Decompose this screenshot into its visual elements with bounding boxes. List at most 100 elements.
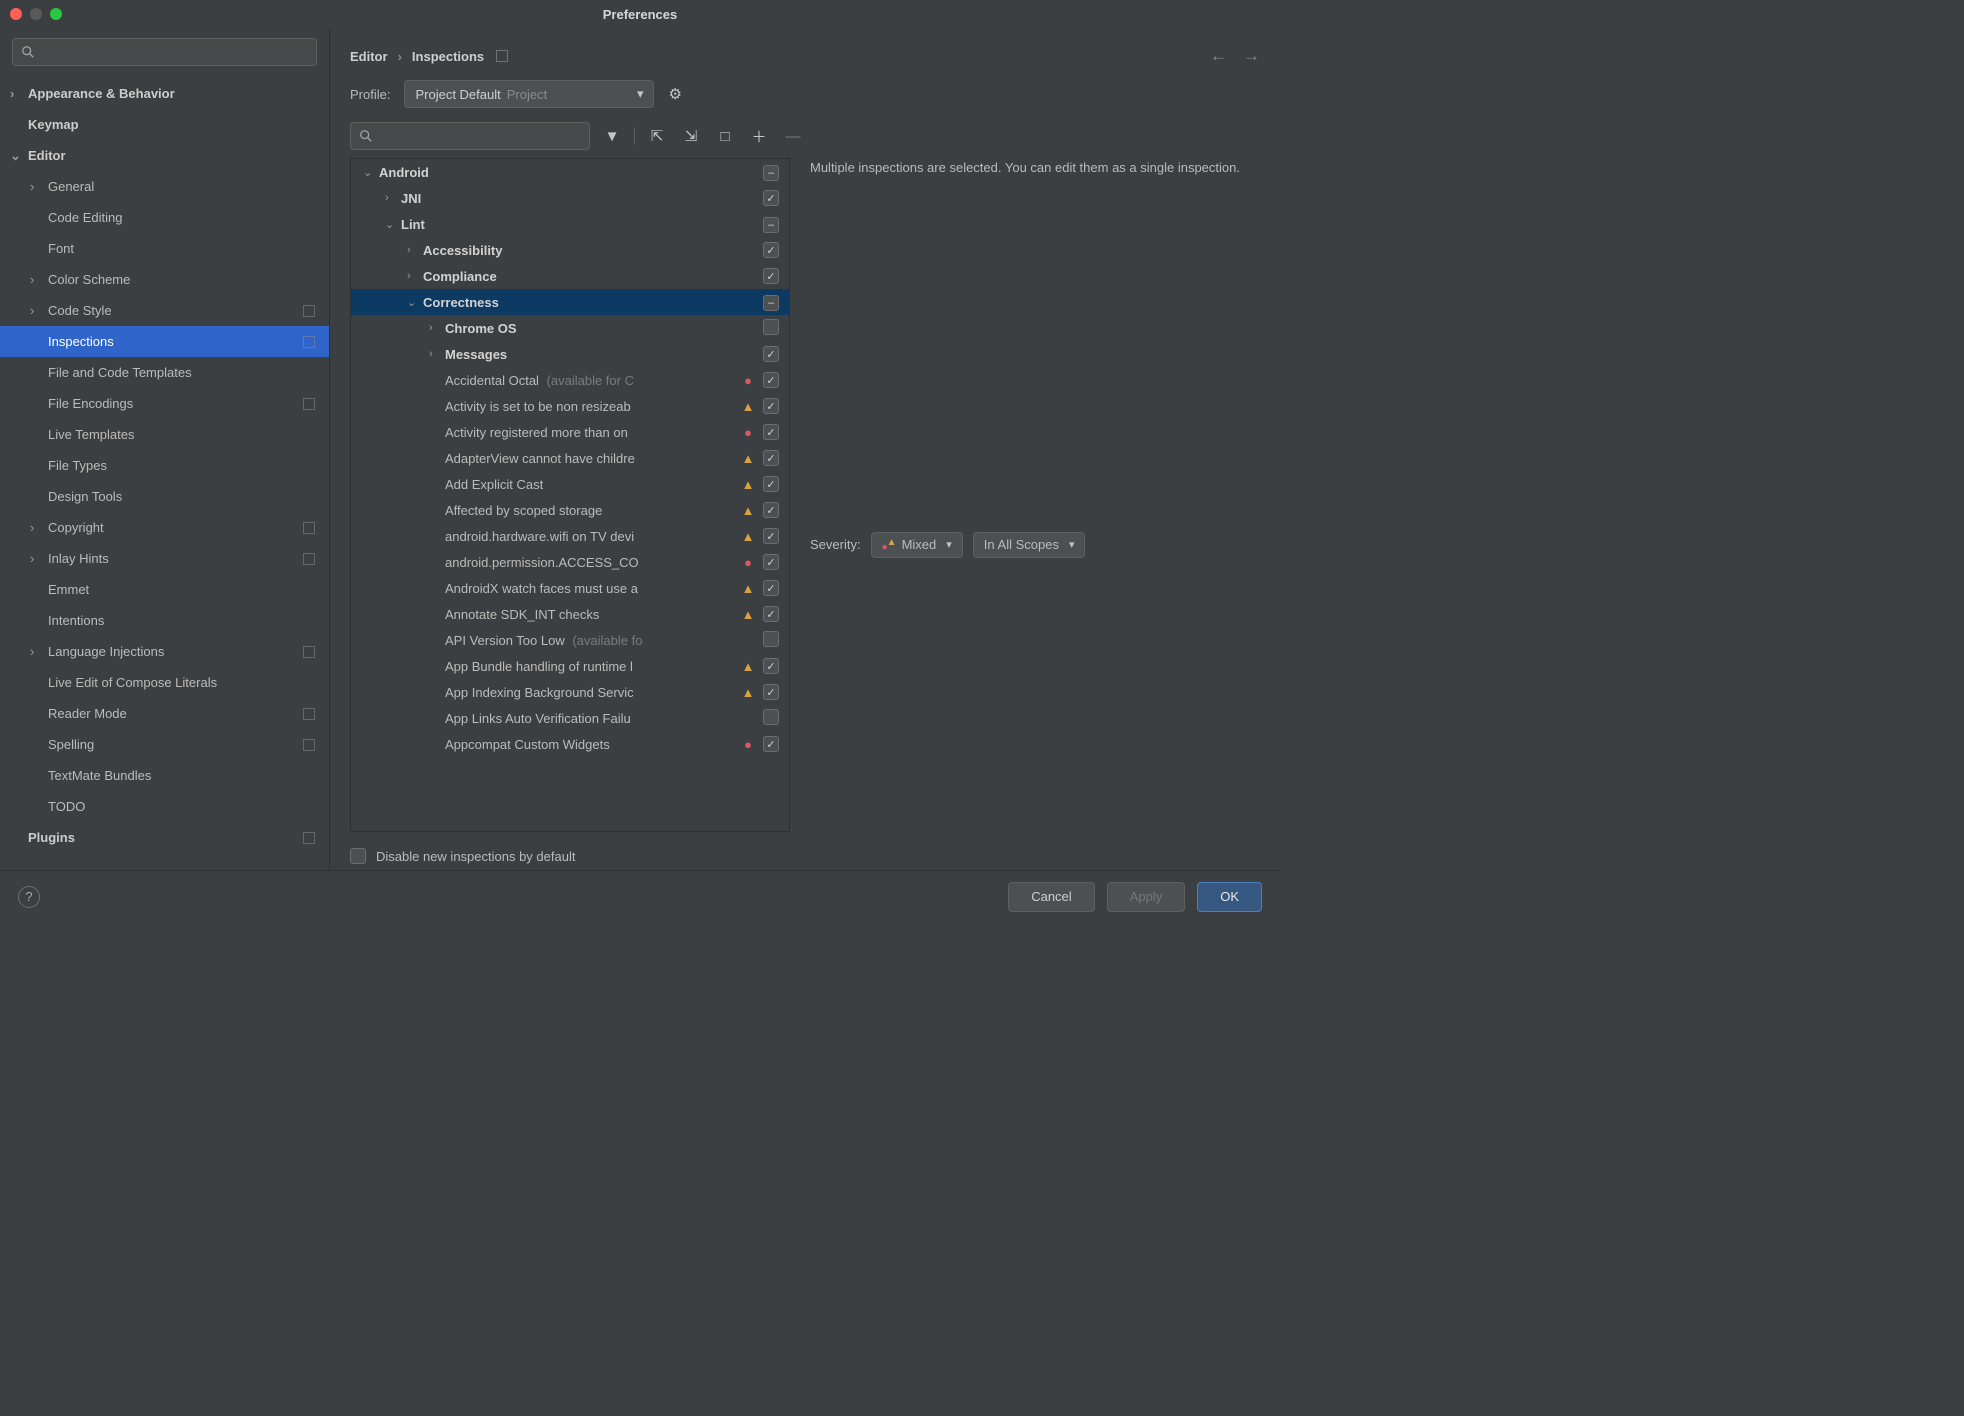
sidebar-item[interactable]: ›Inlay Hints xyxy=(0,543,329,574)
inspection-tree-item[interactable]: Affected by scoped storage▲ xyxy=(351,497,789,523)
sidebar-item[interactable]: ⌄Editor xyxy=(0,140,329,171)
nav-forward-button[interactable]: → xyxy=(1243,46,1260,66)
inspection-tree-item[interactable]: AdapterView cannot have childre▲ xyxy=(351,445,789,471)
inspection-checkbox[interactable] xyxy=(763,268,779,285)
profile-select[interactable]: Project Default Project ▾ xyxy=(404,80,654,108)
collapse-all-icon[interactable]: ⇲ xyxy=(679,127,703,145)
sidebar-item[interactable]: Reader Mode xyxy=(0,698,329,729)
inspection-tree-item[interactable]: Appcompat Custom Widgets● xyxy=(351,731,789,757)
inspection-checkbox[interactable] xyxy=(763,372,779,389)
sidebar-item[interactable]: Intentions xyxy=(0,605,329,636)
warning-icon: ▲ xyxy=(741,399,755,414)
sidebar-item[interactable]: File Encodings xyxy=(0,388,329,419)
inspection-tree-item[interactable]: android.hardware.wifi on TV devi▲ xyxy=(351,523,789,549)
cancel-button[interactable]: Cancel xyxy=(1008,882,1094,912)
inspection-checkbox[interactable] xyxy=(763,424,779,441)
sidebar-item[interactable]: Spelling xyxy=(0,729,329,760)
close-window-button[interactable] xyxy=(10,8,22,20)
remove-icon[interactable]: — xyxy=(781,128,805,145)
breadcrumb-root[interactable]: Editor xyxy=(350,49,388,64)
inspection-tree-item[interactable]: App Indexing Background Servic▲ xyxy=(351,679,789,705)
inspection-tree-item[interactable]: Activity registered more than on● xyxy=(351,419,789,445)
sidebar-item[interactable]: ›General xyxy=(0,171,329,202)
minimize-window-button[interactable] xyxy=(30,8,42,20)
scope-select[interactable]: In All Scopes ▾ xyxy=(973,532,1086,558)
inspection-tree-item[interactable]: API Version Too Low (available fo xyxy=(351,627,789,653)
inspection-checkbox[interactable] xyxy=(763,319,779,338)
inspection-tree-item[interactable]: Add Explicit Cast▲ xyxy=(351,471,789,497)
help-button[interactable]: ? xyxy=(18,886,40,908)
inspection-tree-item[interactable]: android.permission.ACCESS_CO● xyxy=(351,549,789,575)
sidebar-item[interactable]: ›Copyright xyxy=(0,512,329,543)
inspection-checkbox[interactable] xyxy=(763,684,779,701)
inspection-tree-item[interactable]: ›Accessibility xyxy=(351,237,789,263)
sidebar-item[interactable]: ›Color Scheme xyxy=(0,264,329,295)
inspection-tree-item[interactable]: ›Messages xyxy=(351,341,789,367)
inspection-checkbox[interactable] xyxy=(763,190,779,207)
sidebar-item[interactable]: ›Appearance & Behavior xyxy=(0,78,329,109)
inspection-checkbox[interactable] xyxy=(763,242,779,259)
project-scope-icon xyxy=(303,305,315,317)
inspection-checkbox[interactable] xyxy=(763,476,779,493)
sidebar-item[interactable]: Live Edit of Compose Literals xyxy=(0,667,329,698)
inspections-tree[interactable]: ⌄Android›JNI⌄Lint›Accessibility›Complian… xyxy=(350,158,790,832)
inspection-checkbox[interactable] xyxy=(763,709,779,728)
inspection-tree-item[interactable]: Activity is set to be non resizeab▲ xyxy=(351,393,789,419)
sidebar-item[interactable]: ›Code Style xyxy=(0,295,329,326)
reset-icon[interactable]: □ xyxy=(713,128,737,145)
inspection-tree-item[interactable]: ⌄Lint xyxy=(351,211,789,237)
inspection-checkbox[interactable] xyxy=(763,398,779,415)
sidebar-item[interactable]: Design Tools xyxy=(0,481,329,512)
sidebar-item[interactable]: Inspections xyxy=(0,326,329,357)
sidebar-item[interactable]: Font xyxy=(0,233,329,264)
breadcrumb-leaf: Inspections xyxy=(412,49,484,64)
sidebar-item[interactable]: File Types xyxy=(0,450,329,481)
inspection-checkbox[interactable] xyxy=(763,554,779,571)
add-icon[interactable]: ＋ xyxy=(747,126,771,147)
inspection-tree-item[interactable]: ›Chrome OS xyxy=(351,315,789,341)
filter-icon[interactable]: ▼ xyxy=(600,128,624,145)
inspection-tree-item[interactable]: App Bundle handling of runtime l▲ xyxy=(351,653,789,679)
inspections-search-input[interactable] xyxy=(350,122,590,150)
ok-button[interactable]: OK xyxy=(1197,882,1262,912)
inspection-checkbox[interactable] xyxy=(763,294,779,311)
inspection-checkbox[interactable] xyxy=(763,606,779,623)
inspection-checkbox[interactable] xyxy=(763,658,779,675)
inspection-checkbox[interactable] xyxy=(763,450,779,467)
inspection-checkbox[interactable] xyxy=(763,502,779,519)
sidebar-item[interactable]: TODO xyxy=(0,791,329,822)
inspection-tree-item[interactable]: Annotate SDK_INT checks▲ xyxy=(351,601,789,627)
inspection-tree-item[interactable]: AndroidX watch faces must use a▲ xyxy=(351,575,789,601)
disable-new-inspections-checkbox[interactable] xyxy=(350,848,366,864)
severity-select[interactable]: ●▲ Mixed ▾ xyxy=(871,532,963,558)
sidebar-item-label: File and Code Templates xyxy=(48,365,329,380)
sidebar-search-input[interactable] xyxy=(12,38,317,66)
inspection-checkbox[interactable] xyxy=(763,631,779,650)
sidebar-item[interactable]: TextMate Bundles xyxy=(0,760,329,791)
sidebar-item[interactable]: File and Code Templates xyxy=(0,357,329,388)
inspection-label: AdapterView cannot have childre xyxy=(445,451,635,466)
sidebar-item[interactable]: Keymap xyxy=(0,109,329,140)
zoom-window-button[interactable] xyxy=(50,8,62,20)
inspection-checkbox[interactable] xyxy=(763,346,779,363)
inspection-tree-item[interactable]: ⌄Correctness xyxy=(351,289,789,315)
expand-all-icon[interactable]: ⇱ xyxy=(645,127,669,145)
inspection-tree-item[interactable]: App Links Auto Verification Failu xyxy=(351,705,789,731)
nav-back-button[interactable]: ← xyxy=(1210,46,1227,66)
sidebar-item[interactable]: ›Language Injections xyxy=(0,636,329,667)
apply-button[interactable]: Apply xyxy=(1107,882,1186,912)
gear-icon[interactable]: ⚙ xyxy=(668,85,681,103)
sidebar-item[interactable]: Live Templates xyxy=(0,419,329,450)
inspection-checkbox[interactable] xyxy=(763,216,779,233)
inspection-tree-item[interactable]: ⌄Android xyxy=(351,159,789,185)
inspection-checkbox[interactable] xyxy=(763,528,779,545)
sidebar-item[interactable]: Plugins xyxy=(0,822,329,853)
inspection-tree-item[interactable]: ›JNI xyxy=(351,185,789,211)
sidebar-item[interactable]: Code Editing xyxy=(0,202,329,233)
inspection-checkbox[interactable] xyxy=(763,164,779,181)
sidebar-item[interactable]: Emmet xyxy=(0,574,329,605)
inspection-tree-item[interactable]: Accidental Octal (available for C● xyxy=(351,367,789,393)
inspection-checkbox[interactable] xyxy=(763,736,779,753)
inspection-tree-item[interactable]: ›Compliance xyxy=(351,263,789,289)
inspection-checkbox[interactable] xyxy=(763,580,779,597)
